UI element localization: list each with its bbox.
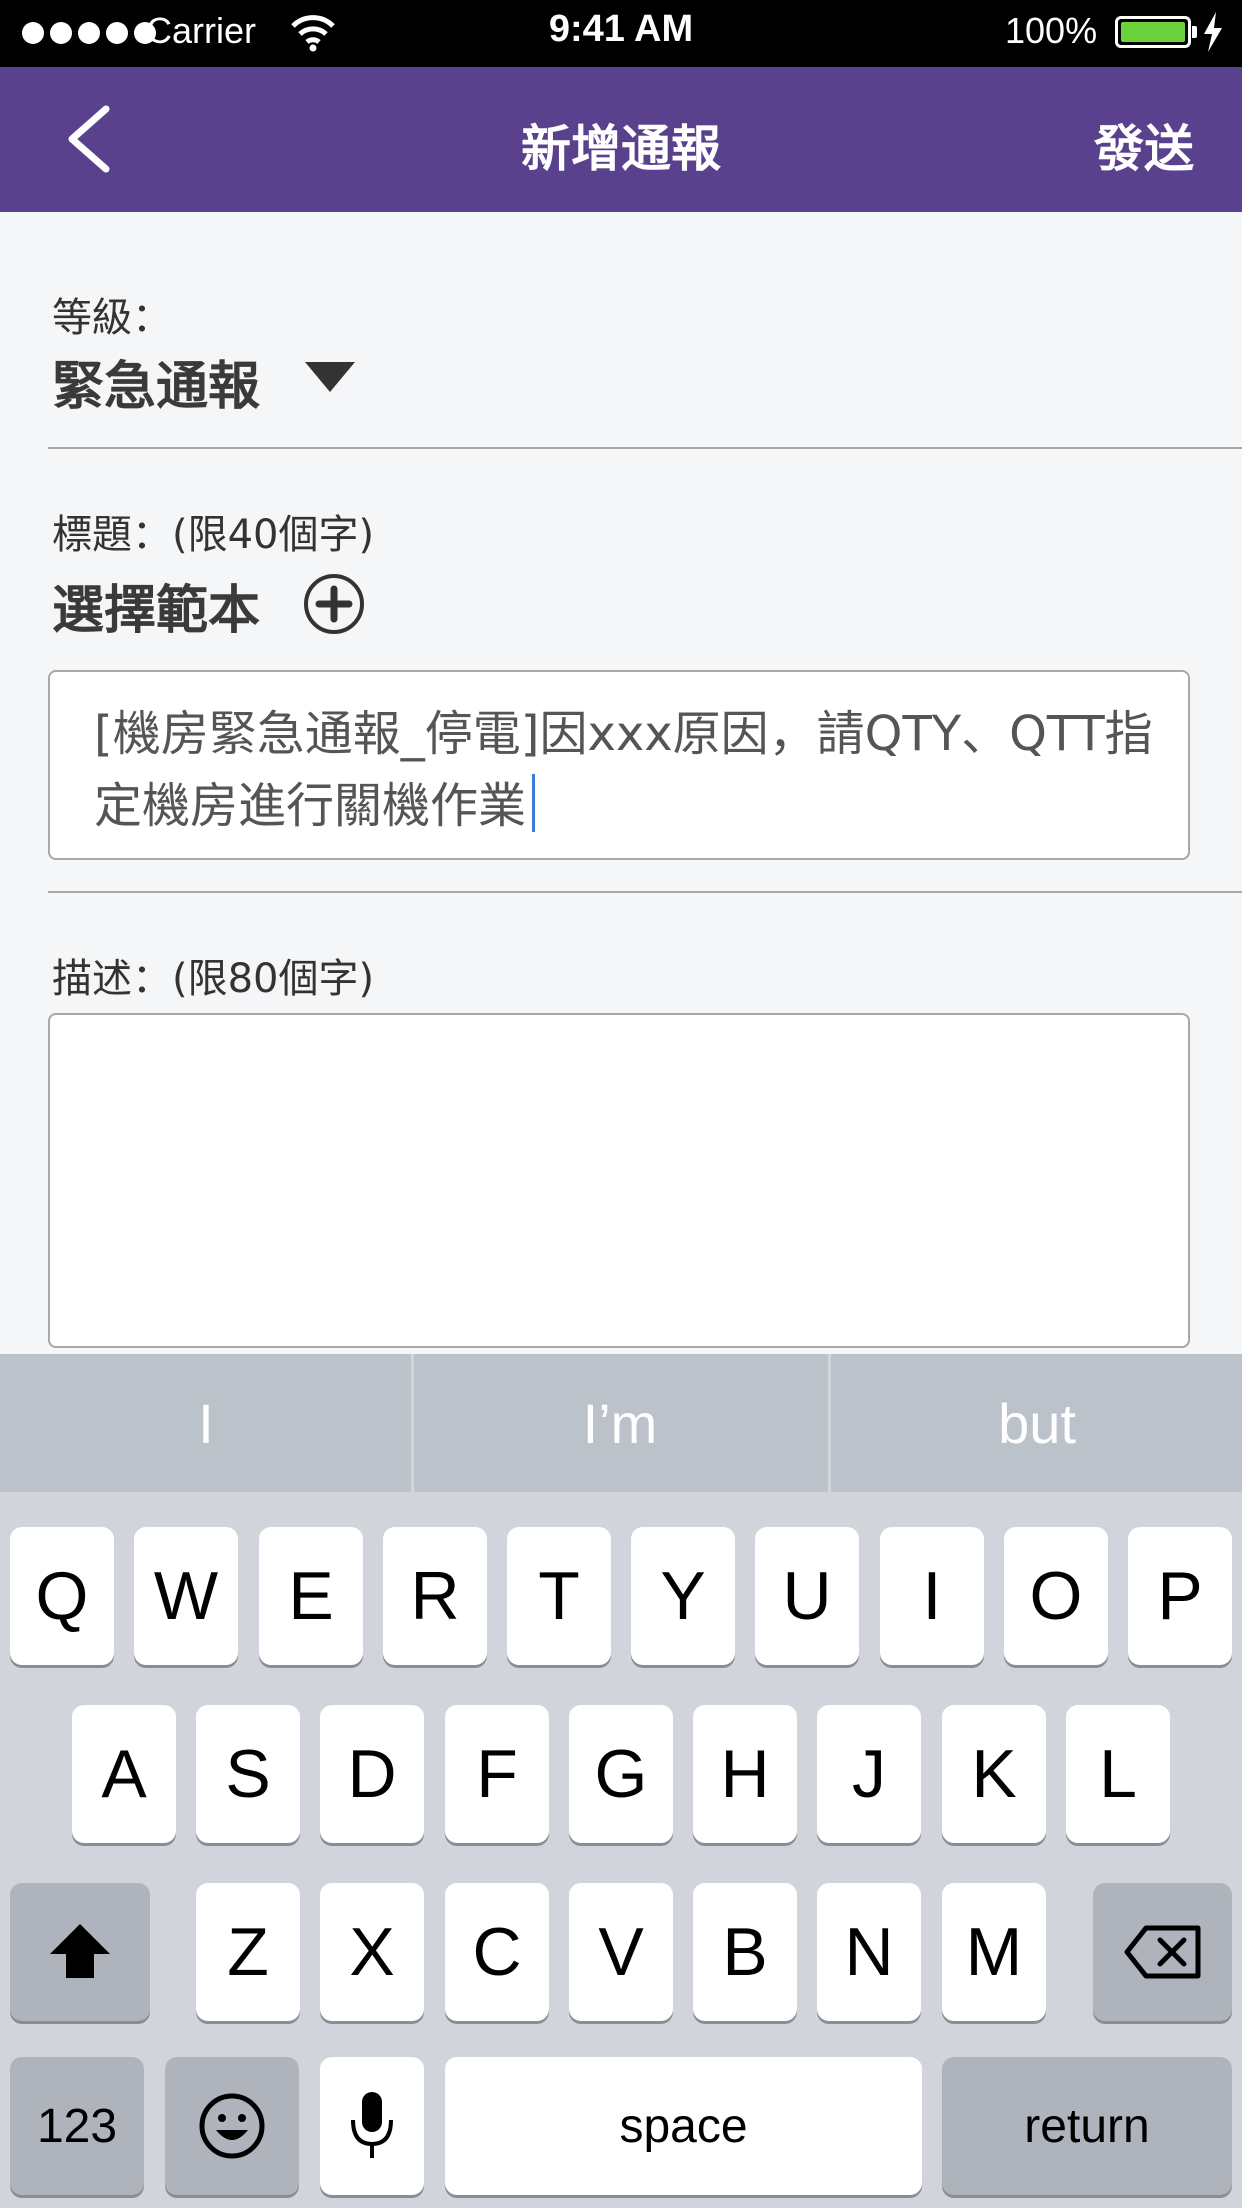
battery-cap [1192, 26, 1197, 38]
key-b[interactable]: B [693, 1883, 797, 2021]
key-u[interactable]: U [755, 1527, 859, 1665]
key-w[interactable]: W [134, 1527, 238, 1665]
key-i[interactable]: I [880, 1527, 984, 1665]
battery-fill [1121, 22, 1185, 42]
key-r[interactable]: R [383, 1527, 487, 1665]
title-input[interactable]: [機房緊急通報_停電]因xxx原因，請QTY、QTT指定機房進行關機作業 [48, 670, 1190, 860]
numbers-key[interactable]: 123 [10, 2057, 144, 2195]
suggestion-item[interactable]: I’m [414, 1354, 826, 1492]
key-g[interactable]: G [569, 1705, 673, 1843]
key-p[interactable]: P [1128, 1527, 1232, 1665]
send-button[interactable]: 發送 [1094, 109, 1194, 181]
page-title: 新增通報 [521, 120, 721, 178]
key-c[interactable]: C [445, 1883, 549, 2021]
level-select[interactable]: 緊急通報 [52, 344, 260, 419]
key-v[interactable]: V [569, 1883, 673, 2021]
key-y[interactable]: Y [631, 1527, 735, 1665]
key-j[interactable]: J [817, 1705, 921, 1843]
dropdown-arrow-icon[interactable] [305, 362, 355, 392]
shift-key[interactable] [10, 1883, 150, 2021]
description-input[interactable] [48, 1013, 1190, 1348]
dictation-key[interactable] [320, 2057, 424, 2195]
key-z[interactable]: Z [196, 1883, 300, 2021]
key-e[interactable]: E [259, 1527, 363, 1665]
key-q[interactable]: Q [10, 1527, 114, 1665]
space-key[interactable]: space [445, 2057, 922, 2195]
backspace-icon [1124, 1925, 1200, 1979]
key-o[interactable]: O [1004, 1527, 1108, 1665]
suggestion-item[interactable]: but [831, 1354, 1242, 1492]
backspace-key[interactable] [1093, 1883, 1232, 2021]
level-label: 等級： [52, 295, 172, 341]
navigation-bar: 新增通報 發送 [0, 67, 1242, 212]
battery-percent: 100% [1005, 10, 1098, 51]
key-s[interactable]: S [196, 1705, 300, 1843]
key-t[interactable]: T [507, 1527, 611, 1665]
divider [48, 891, 1242, 893]
keyboard-suggestion-bar: I I’m but [0, 1354, 1242, 1492]
key-a[interactable]: A [72, 1705, 176, 1843]
add-circle-icon[interactable] [302, 572, 366, 636]
key-f[interactable]: F [445, 1705, 549, 1843]
key-k[interactable]: K [942, 1705, 1046, 1843]
shift-arrow-icon [50, 1924, 110, 1978]
emoji-icon [199, 2093, 265, 2159]
key-h[interactable]: H [693, 1705, 797, 1843]
status-bar: Carrier 9:41 AM 100% [0, 0, 1242, 67]
key-l[interactable]: L [1066, 1705, 1170, 1843]
key-m[interactable]: M [942, 1883, 1046, 2021]
description-label: 描述：(限80個字) [52, 956, 375, 1002]
suggestion-item[interactable]: I [0, 1354, 412, 1492]
return-key[interactable]: return [942, 2057, 1232, 2195]
divider [48, 447, 1242, 449]
charging-bolt-icon [1204, 12, 1222, 52]
key-x[interactable]: X [320, 1883, 424, 2021]
title-label: 標題：(限40個字) [52, 512, 375, 558]
text-cursor [532, 774, 536, 832]
emoji-key[interactable] [165, 2057, 299, 2195]
select-template-link[interactable]: 選擇範本 [52, 568, 260, 643]
title-input-text: [機房緊急通報_停電]因xxx原因，請QTY、QTT指定機房進行關機作業 [94, 706, 1153, 834]
keyboard: Q W E R T Y U I O P A S D F G H J K L Z … [0, 1492, 1242, 2208]
key-n[interactable]: N [817, 1883, 921, 2021]
key-d[interactable]: D [320, 1705, 424, 1843]
microphone-icon [351, 2092, 393, 2158]
battery-icon [1115, 16, 1191, 48]
